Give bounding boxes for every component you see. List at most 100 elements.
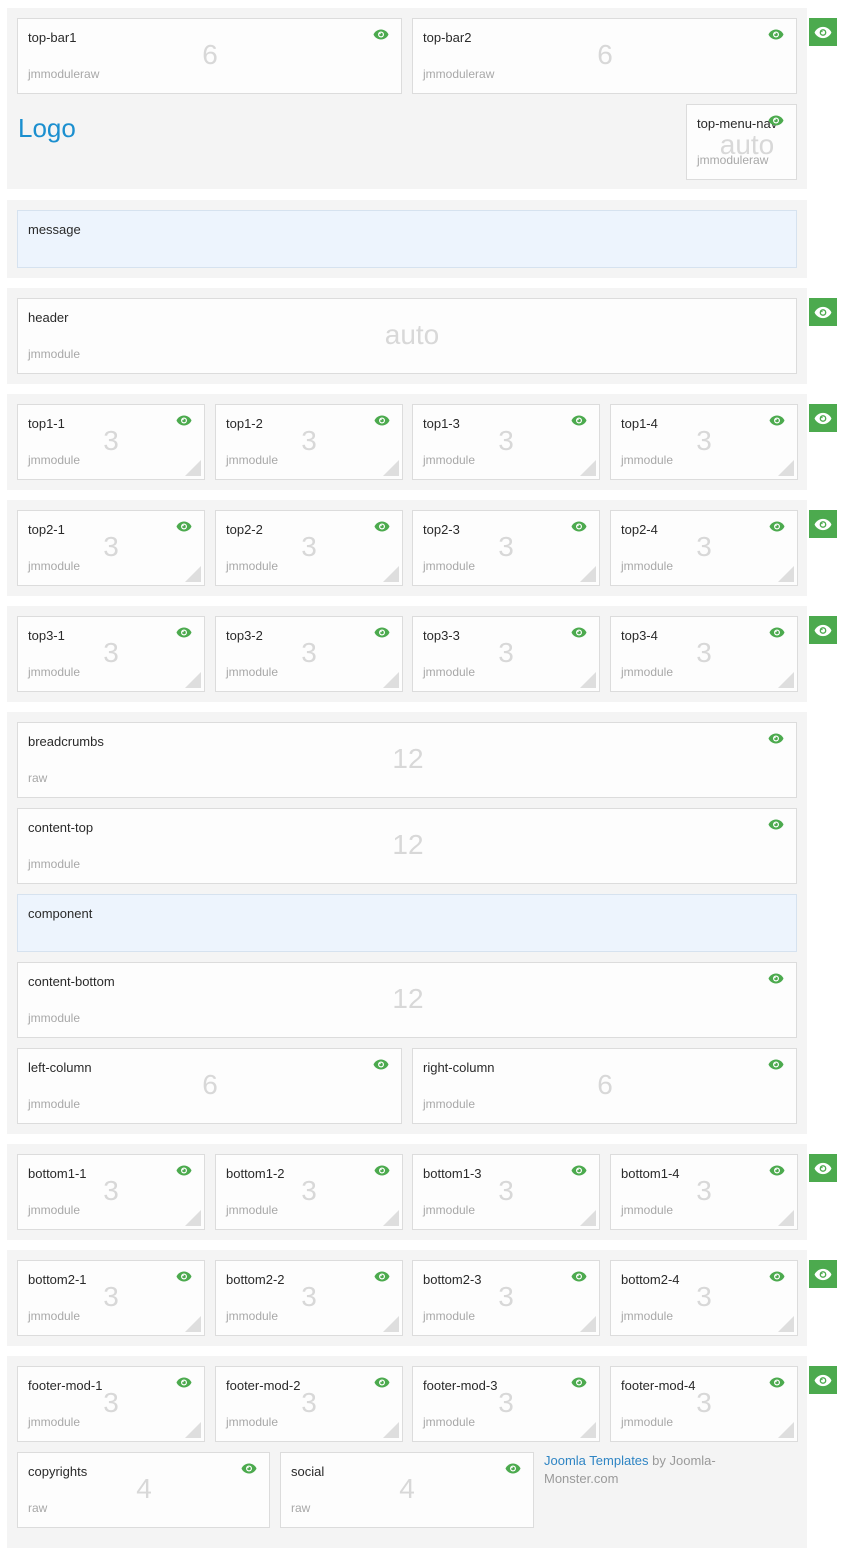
- resize-handle[interactable]: [185, 1316, 201, 1332]
- position-block[interactable]: top-menu-nav auto jmmoduleraw: [686, 104, 797, 180]
- joomla-templates-link[interactable]: Joomla Templates: [544, 1453, 649, 1468]
- position-block[interactable]: footer-mod-3 3 jmmodule: [412, 1366, 600, 1442]
- resize-handle[interactable]: [383, 672, 399, 688]
- eye-icon[interactable]: [176, 521, 192, 532]
- resize-handle[interactable]: [185, 460, 201, 476]
- eye-icon[interactable]: [373, 29, 389, 40]
- resize-handle[interactable]: [778, 672, 794, 688]
- eye-icon[interactable]: [374, 415, 390, 426]
- position-block[interactable]: bottom1-2 3 jmmodule: [215, 1154, 403, 1230]
- resize-handle[interactable]: [580, 672, 596, 688]
- eye-icon[interactable]: [176, 1271, 192, 1282]
- eye-icon[interactable]: [374, 1165, 390, 1176]
- position-block[interactable]: top2-4 3 jmmodule: [610, 510, 798, 586]
- eye-icon[interactable]: [769, 627, 785, 638]
- resize-handle[interactable]: [580, 1316, 596, 1332]
- section-visibility-toggle[interactable]: [809, 404, 837, 432]
- resize-handle[interactable]: [383, 1316, 399, 1332]
- section-visibility-toggle[interactable]: [809, 298, 837, 326]
- position-block[interactable]: left-column 6 jmmodule: [17, 1048, 402, 1124]
- resize-handle[interactable]: [383, 1210, 399, 1226]
- eye-icon[interactable]: [768, 733, 784, 744]
- position-block[interactable]: bottom2-3 3 jmmodule: [412, 1260, 600, 1336]
- eye-icon[interactable]: [374, 1271, 390, 1282]
- position-block[interactable]: top1-1 3 jmmodule: [17, 404, 205, 480]
- position-block[interactable]: content-bottom 12 jmmodule: [17, 962, 797, 1038]
- resize-handle[interactable]: [185, 566, 201, 582]
- eye-icon[interactable]: [769, 1165, 785, 1176]
- position-block[interactable]: bottom2-4 3 jmmodule: [610, 1260, 798, 1336]
- eye-icon[interactable]: [571, 1377, 587, 1388]
- position-block[interactable]: bottom2-1 3 jmmodule: [17, 1260, 205, 1336]
- position-block[interactable]: top1-4 3 jmmodule: [610, 404, 798, 480]
- position-block[interactable]: right-column 6 jmmodule: [412, 1048, 797, 1124]
- resize-handle[interactable]: [580, 1210, 596, 1226]
- position-block[interactable]: top2-2 3 jmmodule: [215, 510, 403, 586]
- section-visibility-toggle[interactable]: [809, 18, 837, 46]
- position-block[interactable]: copyrights 4 raw: [17, 1452, 270, 1528]
- resize-handle[interactable]: [580, 566, 596, 582]
- resize-handle[interactable]: [383, 566, 399, 582]
- section-visibility-toggle[interactable]: [809, 510, 837, 538]
- section-visibility-toggle[interactable]: [809, 1260, 837, 1288]
- eye-icon[interactable]: [373, 1059, 389, 1070]
- eye-icon[interactable]: [505, 1463, 521, 1474]
- resize-handle[interactable]: [383, 460, 399, 476]
- eye-icon[interactable]: [768, 115, 784, 126]
- section-visibility-toggle[interactable]: [809, 616, 837, 644]
- resize-handle[interactable]: [778, 1422, 794, 1438]
- position-block[interactable]: bottom1-3 3 jmmodule: [412, 1154, 600, 1230]
- eye-icon[interactable]: [176, 1377, 192, 1388]
- resize-handle[interactable]: [778, 1316, 794, 1332]
- position-block[interactable]: top3-3 3 jmmodule: [412, 616, 600, 692]
- eye-icon[interactable]: [769, 521, 785, 532]
- eye-icon[interactable]: [176, 415, 192, 426]
- resize-handle[interactable]: [778, 566, 794, 582]
- resize-handle[interactable]: [185, 1210, 201, 1226]
- resize-handle[interactable]: [778, 460, 794, 476]
- position-block[interactable]: footer-mod-2 3 jmmodule: [215, 1366, 403, 1442]
- eye-icon[interactable]: [769, 415, 785, 426]
- eye-icon[interactable]: [571, 521, 587, 532]
- eye-icon[interactable]: [571, 1271, 587, 1282]
- eye-icon[interactable]: [374, 521, 390, 532]
- resize-handle[interactable]: [778, 1210, 794, 1226]
- eye-icon[interactable]: [768, 1059, 784, 1070]
- eye-icon[interactable]: [176, 1165, 192, 1176]
- position-block[interactable]: top2-1 3 jmmodule: [17, 510, 205, 586]
- eye-icon[interactable]: [769, 1377, 785, 1388]
- position-block[interactable]: footer-mod-4 3 jmmodule: [610, 1366, 798, 1442]
- position-block[interactable]: bottom2-2 3 jmmodule: [215, 1260, 403, 1336]
- position-block[interactable]: top-bar2 6 jmmoduleraw: [412, 18, 797, 94]
- resize-handle[interactable]: [185, 672, 201, 688]
- resize-handle[interactable]: [580, 1422, 596, 1438]
- resize-handle[interactable]: [185, 1422, 201, 1438]
- position-block[interactable]: bottom1-4 3 jmmodule: [610, 1154, 798, 1230]
- eye-icon[interactable]: [768, 29, 784, 40]
- eye-icon[interactable]: [241, 1463, 257, 1474]
- resize-handle[interactable]: [383, 1422, 399, 1438]
- eye-icon[interactable]: [571, 1165, 587, 1176]
- section-visibility-toggle[interactable]: [809, 1366, 837, 1394]
- position-block[interactable]: social 4 raw: [280, 1452, 534, 1528]
- position-block[interactable]: top1-3 3 jmmodule: [412, 404, 600, 480]
- eye-icon[interactable]: [769, 1271, 785, 1282]
- position-block[interactable]: top2-3 3 jmmodule: [412, 510, 600, 586]
- eye-icon[interactable]: [374, 627, 390, 638]
- eye-icon[interactable]: [768, 973, 784, 984]
- position-block[interactable]: header auto jmmodule: [17, 298, 797, 374]
- position-block[interactable]: top3-2 3 jmmodule: [215, 616, 403, 692]
- position-block[interactable]: breadcrumbs 12 raw: [17, 722, 797, 798]
- position-block[interactable]: top1-2 3 jmmodule: [215, 404, 403, 480]
- eye-icon[interactable]: [176, 627, 192, 638]
- position-block[interactable]: top3-1 3 jmmodule: [17, 616, 205, 692]
- eye-icon[interactable]: [768, 819, 784, 830]
- section-visibility-toggle[interactable]: [809, 1154, 837, 1182]
- eye-icon[interactable]: [374, 1377, 390, 1388]
- eye-icon[interactable]: [571, 627, 587, 638]
- position-block[interactable]: bottom1-1 3 jmmodule: [17, 1154, 205, 1230]
- position-block[interactable]: content-top 12 jmmodule: [17, 808, 797, 884]
- position-block[interactable]: top-bar1 6 jmmoduleraw: [17, 18, 402, 94]
- position-block[interactable]: top3-4 3 jmmodule: [610, 616, 798, 692]
- position-block[interactable]: footer-mod-1 3 jmmodule: [17, 1366, 205, 1442]
